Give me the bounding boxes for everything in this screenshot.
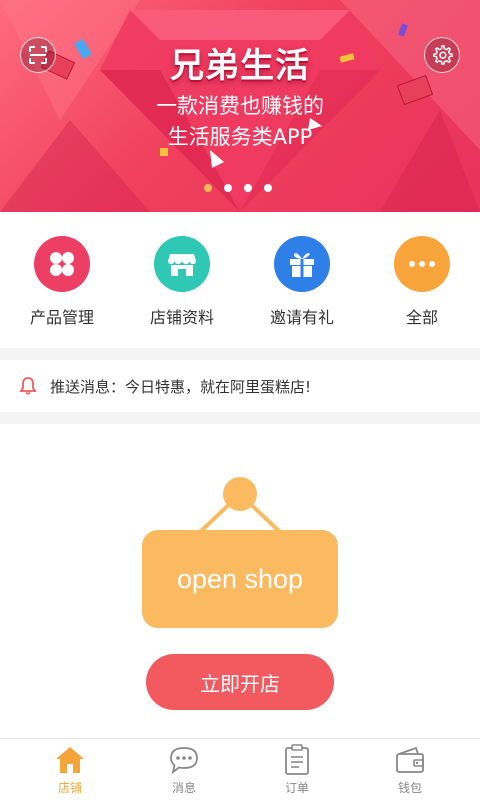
carousel-dot[interactable]	[224, 184, 232, 192]
carousel-dot[interactable]	[264, 184, 272, 192]
tab-label: 消息	[171, 781, 196, 795]
tab-label: 订单	[284, 781, 309, 795]
more-icon	[394, 236, 450, 292]
order-icon	[237, 743, 357, 777]
home-icon	[10, 743, 130, 777]
wallet-icon	[350, 743, 470, 777]
menu-item-invite-gift[interactable]: 邀请有礼	[242, 236, 362, 328]
menu-item-store-info[interactable]: 店铺资料	[122, 236, 242, 328]
carousel-dot[interactable]	[244, 184, 252, 192]
gear-icon	[433, 45, 453, 65]
open-shop-button[interactable]: 立即开店	[146, 654, 334, 710]
section-divider	[0, 348, 480, 360]
tab-label: 钱包	[397, 781, 422, 795]
menu-item-label: 全部	[405, 308, 438, 327]
app-screen: 兄弟生活 一款消费也赚钱的 生活服务类APP 产品管理 店铺资料 邀请有礼 全部…	[0, 0, 480, 800]
tab-messages[interactable]: 消息	[124, 743, 244, 796]
menu-item-label: 店铺资料	[149, 308, 214, 327]
carousel-indicator[interactable]	[204, 184, 272, 192]
gift-icon	[274, 236, 330, 292]
menu-item-label: 产品管理	[29, 308, 94, 327]
tab-wallet[interactable]: 钱包	[350, 743, 470, 796]
section-divider	[0, 412, 480, 424]
promo-banner[interactable]: 兄弟生活 一款消费也赚钱的 生活服务类APP	[0, 0, 480, 212]
banner-title: 兄弟生活	[170, 46, 310, 86]
bell-icon	[19, 377, 37, 395]
notice-text: 推送消息：今日特惠，就在阿里蛋糕店!	[50, 377, 312, 396]
scan-button[interactable]	[20, 37, 56, 73]
tab-store[interactable]: 店铺	[10, 743, 130, 796]
tab-label: 店铺	[57, 781, 82, 795]
quick-menu: 产品管理 店铺资料 邀请有礼 全部	[0, 212, 480, 348]
banner-subtitle-line2: 生活服务类APP	[167, 125, 313, 149]
menu-item-all[interactable]: 全部	[362, 236, 480, 328]
tab-orders[interactable]: 订单	[237, 743, 357, 796]
sign-board: open shop	[142, 530, 338, 628]
clover-icon	[34, 236, 90, 292]
push-notice-bar[interactable]: 推送消息：今日特惠，就在阿里蛋糕店!	[0, 360, 480, 412]
chat-icon	[124, 743, 244, 777]
store-icon	[154, 236, 210, 292]
menu-item-label: 邀请有礼	[269, 308, 334, 327]
scan-icon	[29, 46, 47, 64]
settings-button[interactable]	[424, 37, 460, 73]
sign-hanger	[196, 477, 284, 536]
banner-subtitle-line1: 一款消费也赚钱的	[156, 94, 324, 118]
open-shop-sign: open shop	[142, 476, 338, 628]
bottom-tab-bar: 店铺 消息 订单 钱包	[0, 738, 480, 800]
menu-item-product-management[interactable]: 产品管理	[2, 236, 122, 328]
carousel-dot[interactable]	[204, 184, 212, 192]
